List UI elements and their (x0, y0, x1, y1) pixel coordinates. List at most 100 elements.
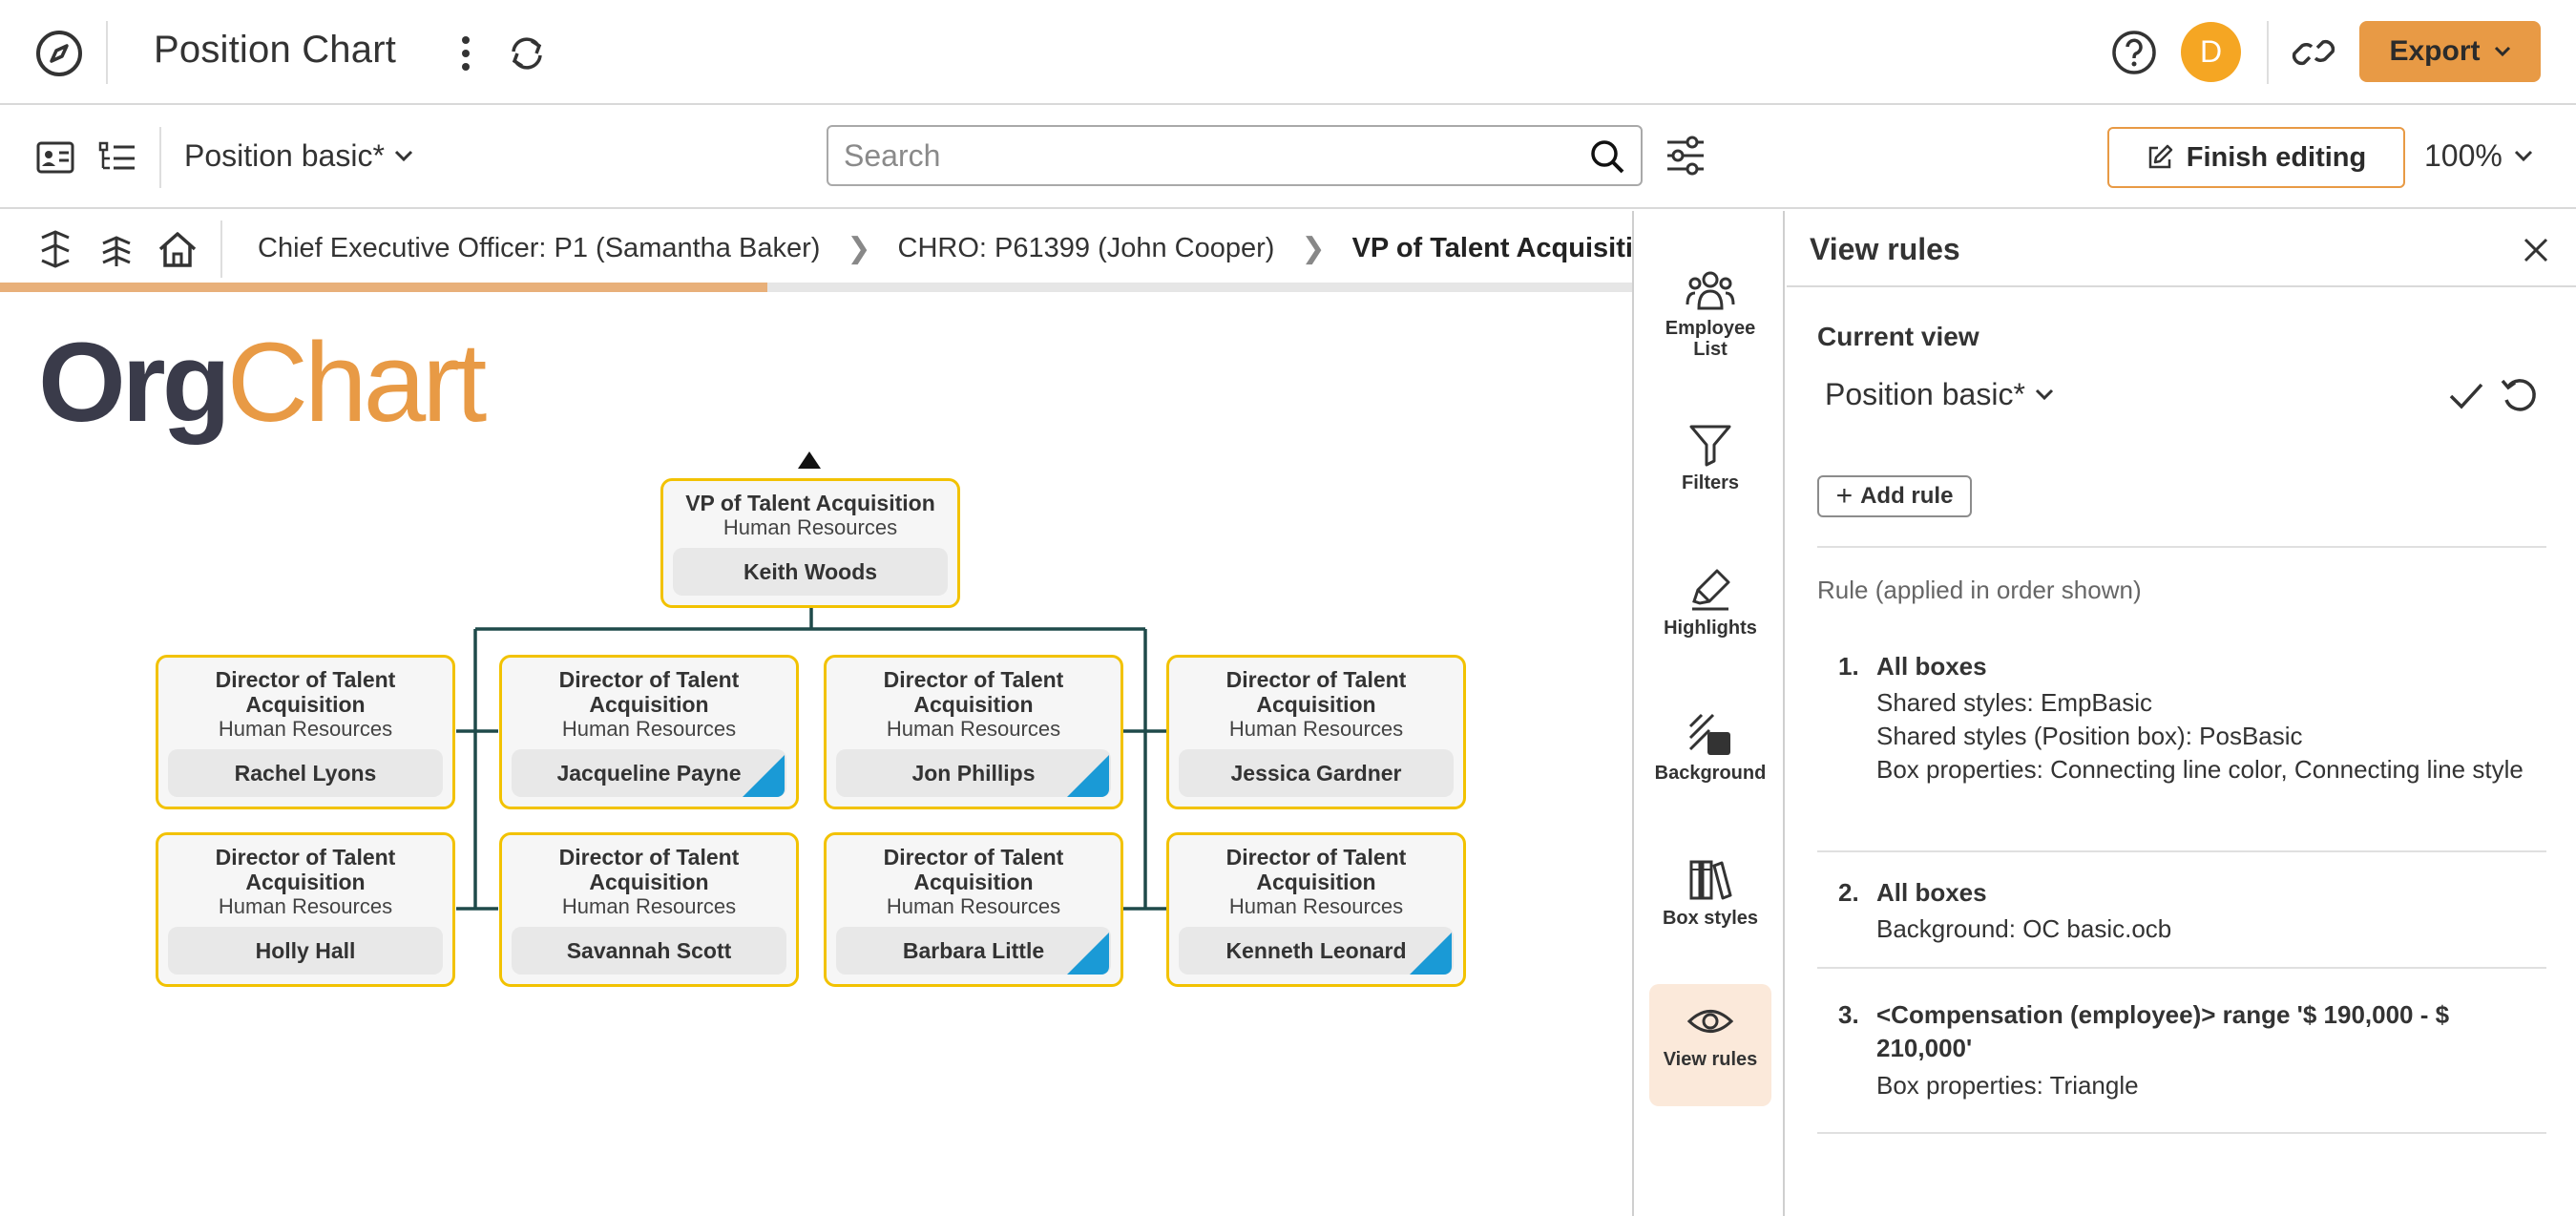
position-title: Director of Talent Acquisition (558, 845, 740, 894)
compass-icon[interactable] (34, 29, 84, 78)
rail-background[interactable]: Background (1649, 698, 1771, 820)
rail-label: Employee (1665, 318, 1756, 339)
eye-icon (1686, 1010, 1734, 1033)
chevron-down-icon (2494, 46, 2510, 57)
department: Human Resources (1228, 717, 1404, 741)
kebab-menu-icon[interactable] (452, 32, 479, 74)
org-box[interactable]: Director of Talent Acquisition Human Res… (499, 832, 799, 987)
chevron-right-icon: ❯ (1301, 233, 1326, 264)
department: Human Resources (218, 717, 393, 741)
header-divider (2267, 21, 2269, 84)
user-avatar[interactable]: D (2181, 22, 2241, 82)
zoom-value: 100% (2424, 138, 2503, 173)
org-box[interactable]: Director of Talent Acquisition Human Res… (1166, 832, 1466, 987)
expand-levels-icon[interactable] (34, 228, 76, 270)
sliders-icon[interactable] (1665, 135, 1706, 177)
breadcrumb-item[interactable]: Chief Executive Officer: P1 (Samantha Ba… (258, 233, 820, 264)
zoom-selector[interactable]: 100% (2424, 138, 2533, 174)
org-box[interactable]: Director of Talent Acquisition Human Res… (824, 832, 1123, 987)
rule-heading: <Compensation (employee)> range '$ 190,0… (1876, 1000, 2450, 1062)
rule-number: 1. (1838, 652, 1859, 681)
people-icon (1686, 271, 1735, 310)
view-selector[interactable]: Position basic* (184, 138, 413, 174)
app-header: Position Chart D Export (0, 0, 2576, 105)
org-box-root[interactable]: VP of Talent Acquisition Human Resources… (660, 478, 960, 608)
rule-detail: Background: OC basic.ocb (1876, 914, 2172, 943)
breadcrumb-divider (220, 220, 222, 278)
search-icon[interactable] (1589, 138, 1625, 175)
rule-detail: Shared styles: EmpBasic (1876, 688, 2153, 717)
background-pattern-icon (1688, 713, 1730, 755)
home-icon[interactable] (157, 228, 199, 270)
chevron-down-icon (2514, 150, 2532, 162)
search-box (827, 125, 1643, 186)
side-tool-rail: Employee List Filters Highlights Backgro… (1632, 211, 1785, 1216)
panel-divider (1817, 967, 2546, 969)
rail-label: Highlights (1664, 618, 1757, 639)
org-box[interactable]: Director of Talent Acquisition Human Res… (156, 832, 455, 987)
rule-item[interactable]: 2. All boxes Background: OC basic.ocb (1817, 876, 2546, 953)
progress-bar (0, 283, 767, 292)
export-button[interactable]: Export (2359, 21, 2541, 82)
panel-header: View rules (1787, 211, 2576, 287)
panel-divider (1817, 850, 2546, 852)
search-input[interactable] (844, 127, 1569, 184)
chevron-down-icon (394, 150, 412, 162)
breadcrumb-bar: Chief Executive Officer: P1 (Samantha Ba… (0, 211, 1632, 293)
org-box[interactable]: Director of Talent Acquisition Human Res… (156, 655, 455, 809)
breadcrumb-item[interactable]: CHRO: P61399 (John Cooper) (898, 233, 1275, 264)
panel-divider (1817, 546, 2546, 548)
employee-name: Barbara Little (836, 927, 1111, 975)
rule-number: 3. (1838, 1000, 1859, 1029)
current-view-dropdown[interactable]: Position basic* (1825, 377, 2054, 412)
department: Human Resources (218, 894, 393, 918)
employee-name: Keith Woods (673, 548, 948, 596)
close-icon[interactable] (2522, 236, 2550, 264)
add-rule-button[interactable]: + Add rule (1817, 475, 1972, 517)
help-icon[interactable] (2110, 29, 2158, 76)
breadcrumb-current: VP of Talent Acquisition: P66 (1351, 233, 1632, 263)
rule-detail: Shared styles (Position box): PosBasic (1876, 722, 2303, 750)
edit-icon (2148, 144, 2172, 169)
breadcrumb: Chief Executive Officer: P1 (Samantha Ba… (258, 232, 1632, 265)
checkmark-icon[interactable] (2447, 379, 2485, 413)
position-title: Director of Talent Acquisition (883, 667, 1064, 717)
position-title: Director of Talent Acquisition (215, 845, 396, 894)
org-box[interactable]: Director of Talent Acquisition Human Res… (499, 655, 799, 809)
rail-filters[interactable]: Filters (1649, 408, 1771, 530)
rule-number: 2. (1838, 878, 1859, 907)
refresh-icon[interactable] (506, 32, 548, 74)
rule-item[interactable]: 1. All boxes Shared styles: EmpBasic Sha… (1817, 650, 2546, 822)
rail-view-rules[interactable]: View rules (1649, 984, 1771, 1106)
link-icon[interactable] (2289, 31, 2338, 74)
filter-icon (1689, 425, 1731, 467)
finish-editing-button[interactable]: Finish editing (2107, 127, 2405, 188)
toolbar-divider (159, 127, 161, 188)
tree-list-icon[interactable] (98, 141, 136, 174)
org-box[interactable]: Director of Talent Acquisition Human Res… (1166, 655, 1466, 809)
org-box[interactable]: Director of Talent Acquisition Human Res… (824, 655, 1123, 809)
rail-highlights[interactable]: Highlights (1649, 553, 1771, 675)
org-chart-canvas[interactable]: OrgChart VP of Talent Acquisition Human … (0, 293, 1632, 1216)
employee-name: Holly Hall (168, 927, 443, 975)
rail-label: View rules (1663, 1049, 1758, 1070)
collapse-levels-icon[interactable] (95, 228, 137, 270)
position-title: Director of Talent Acquisition (1225, 667, 1407, 717)
position-title: Director of Talent Acquisition (215, 667, 396, 717)
rail-box-styles[interactable]: Box styles (1649, 843, 1771, 965)
rail-label: List (1693, 339, 1728, 360)
id-card-icon[interactable] (36, 141, 74, 174)
highlighter-icon (1692, 569, 1730, 611)
books-icon (1689, 860, 1732, 900)
chevron-down-icon (2035, 388, 2053, 401)
rule-detail: Box properties: Connecting line color, C… (1876, 755, 2524, 784)
undo-icon[interactable] (2499, 375, 2539, 415)
toolbar: Position basic* Finish editing 100% (0, 106, 2576, 209)
header-divider (106, 21, 108, 84)
rule-item[interactable]: 3. <Compensation (employee)> range '$ 19… (1817, 998, 2546, 1113)
rail-employee-list[interactable]: Employee List (1649, 255, 1771, 398)
current-view-label: Current view (1817, 322, 1979, 351)
department: Human Resources (561, 717, 737, 741)
department: Human Resources (886, 894, 1061, 918)
position-title: Director of Talent Acquisition (1225, 845, 1407, 894)
